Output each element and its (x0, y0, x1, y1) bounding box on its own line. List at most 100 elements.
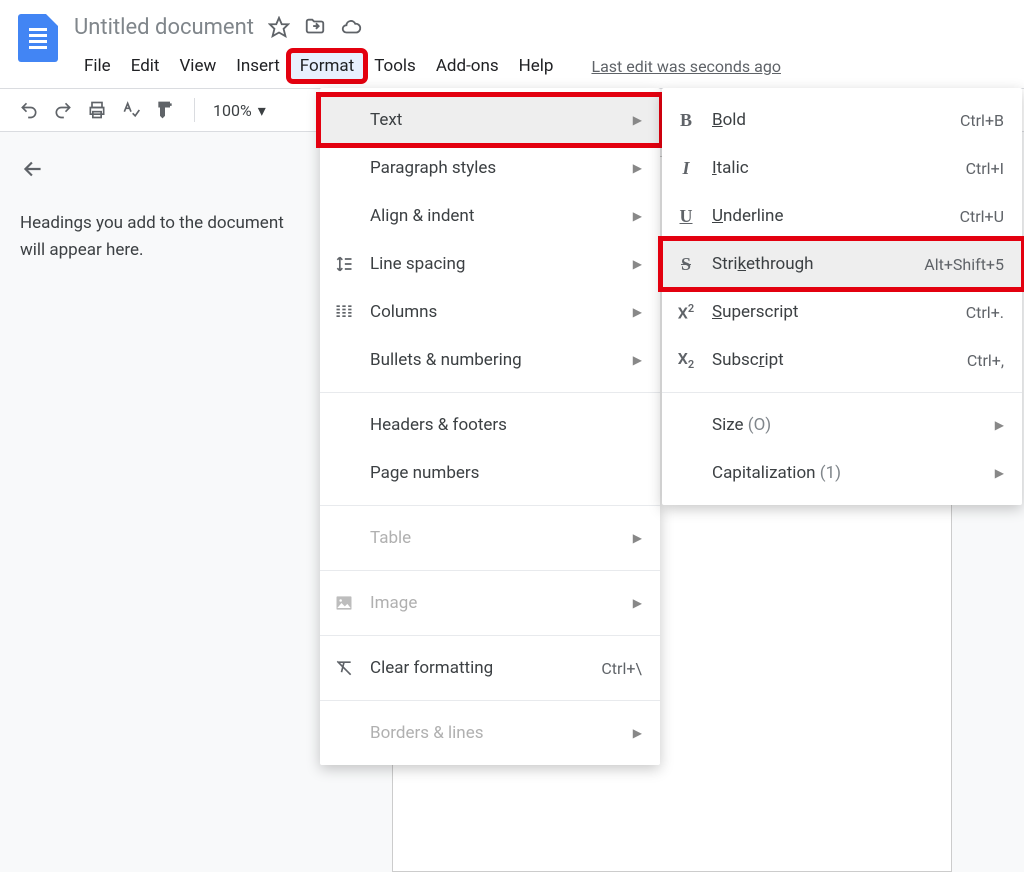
format-item-bullets-numbering[interactable]: Bullets & numbering▶ (320, 336, 660, 384)
superscript-glyph-icon: X2 (674, 300, 698, 324)
paint-format-icon[interactable] (154, 99, 176, 121)
submenu-arrow-icon: ▶ (633, 726, 642, 740)
format-item-line-spacing[interactable]: Line spacing▶ (320, 240, 660, 288)
menu-add-ons[interactable]: Add-ons (426, 52, 509, 80)
menu-item-label: Subscript (712, 350, 953, 370)
image-icon (332, 591, 356, 615)
format-item-borders-lines: Borders & lines ▶ (320, 709, 660, 757)
spacer-icon (332, 108, 356, 132)
text-item-superscript[interactable]: X2SuperscriptCtrl+. (662, 288, 1022, 336)
last-edit-link[interactable]: Last edit was seconds ago (591, 57, 780, 76)
menu-shortcut: Ctrl+U (960, 207, 1004, 226)
menu-item-label: Image (370, 593, 619, 613)
format-item-table: Table ▶ (320, 514, 660, 562)
format-item-clear-formatting[interactable]: Clear formatting Ctrl+\ (320, 644, 660, 692)
menu-separator (320, 505, 660, 506)
menu-separator (320, 700, 660, 701)
menu-item-label: Text (370, 110, 619, 130)
submenu-arrow-icon: ▶ (995, 466, 1004, 480)
spacer-icon (332, 461, 356, 485)
outline-pane: Headings you add to the document will ap… (0, 132, 320, 872)
menu-item-label: Size (O) (712, 415, 981, 435)
docs-logo-icon[interactable] (18, 14, 58, 62)
text-item-capitalization[interactable]: Capitalization (1) ▶ (662, 449, 1022, 497)
menu-item-label: Headers & footers (370, 415, 642, 435)
spacer-icon (332, 204, 356, 228)
format-item-columns[interactable]: Columns▶ (320, 288, 660, 336)
menu-item-label: Line spacing (370, 254, 619, 274)
menu-separator (320, 570, 660, 571)
cloud-status-icon[interactable] (340, 16, 362, 38)
menu-view[interactable]: View (169, 52, 226, 80)
text-submenu: BBoldCtrl+BIItalicCtrl+IUUnderlineCtrl+U… (662, 88, 1022, 505)
menu-separator (320, 392, 660, 393)
strikethrough-glyph-icon: S (674, 252, 698, 276)
undo-icon[interactable] (18, 99, 40, 121)
spacer-icon (332, 348, 356, 372)
format-item-text[interactable]: Text ▶ (320, 96, 660, 144)
menu-shortcut: Ctrl+, (967, 351, 1004, 370)
underline-glyph-icon: U (674, 204, 698, 228)
collapse-outline-icon[interactable] (20, 156, 46, 182)
spacer-icon (674, 461, 698, 485)
move-folder-icon[interactable] (304, 16, 326, 38)
submenu-arrow-icon: ▶ (633, 305, 642, 319)
menubar: FileEditViewInsertFormatToolsAdd-onsHelp… (74, 50, 1016, 82)
text-item-strikethrough[interactable]: S Strikethrough Alt+Shift+5 (662, 240, 1022, 288)
menu-item-label: Align & indent (370, 206, 619, 226)
format-item-page-numbers[interactable]: Page numbers (320, 449, 660, 497)
menu-item-label: Strikethrough (712, 254, 910, 274)
spacer-icon (332, 526, 356, 550)
menu-help[interactable]: Help (509, 52, 564, 80)
menu-item-label: Page numbers (370, 463, 642, 483)
text-item-size[interactable]: Size (O) ▶ (662, 401, 1022, 449)
star-icon[interactable] (268, 16, 290, 38)
text-item-subscript[interactable]: X2 Subscript Ctrl+, (662, 336, 1022, 384)
submenu-arrow-icon: ▶ (633, 113, 642, 127)
format-item-align-indent[interactable]: Align & indent▶ (320, 192, 660, 240)
menu-format[interactable]: Format (290, 52, 364, 80)
menu-file[interactable]: File (74, 52, 121, 80)
menu-edit[interactable]: Edit (121, 52, 170, 80)
columns-icon (332, 300, 356, 324)
menu-item-label: Borders & lines (370, 723, 619, 743)
submenu-arrow-icon: ▶ (633, 161, 642, 175)
submenu-arrow-icon: ▶ (633, 353, 642, 367)
text-item-bold[interactable]: BBoldCtrl+B (662, 96, 1022, 144)
menu-shortcut: Ctrl+B (960, 111, 1004, 130)
subscript-glyph-icon: X2 (674, 348, 698, 372)
menu-shortcut: Ctrl+I (966, 159, 1004, 178)
format-item-image: Image ▶ (320, 579, 660, 627)
spacer-icon (674, 413, 698, 437)
submenu-arrow-icon: ▶ (633, 596, 642, 610)
header: Untitled document FileEditViewInsertForm… (0, 0, 1024, 82)
submenu-arrow-icon: ▶ (633, 531, 642, 545)
menu-item-label: Clear formatting (370, 658, 587, 678)
menu-item-label: Capitalization (1) (712, 463, 981, 483)
menu-shortcut: Ctrl+\ (601, 659, 642, 678)
menu-item-label: Underline (712, 206, 946, 226)
menu-item-label: Bold (712, 110, 946, 130)
format-item-headers-footers[interactable]: Headers & footers (320, 401, 660, 449)
menu-separator (320, 635, 660, 636)
document-title[interactable]: Untitled document (74, 15, 254, 40)
text-item-italic[interactable]: IItalicCtrl+I (662, 144, 1022, 192)
format-item-paragraph-styles[interactable]: Paragraph styles▶ (320, 144, 660, 192)
menu-item-label: Superscript (712, 302, 952, 322)
spacer-icon (332, 156, 356, 180)
line-spacing-icon (332, 252, 356, 276)
spacer-icon (332, 721, 356, 745)
menu-tools[interactable]: Tools (364, 52, 426, 80)
menu-insert[interactable]: Insert (226, 52, 290, 80)
redo-icon[interactable] (52, 99, 74, 121)
spellcheck-icon[interactable] (120, 99, 142, 121)
chevron-down-icon: ▾ (258, 101, 266, 120)
text-item-underline[interactable]: U Underline Ctrl+U (662, 192, 1022, 240)
menu-item-label: Table (370, 528, 619, 548)
zoom-select[interactable]: 100% ▾ (213, 101, 266, 120)
print-icon[interactable] (86, 99, 108, 121)
submenu-arrow-icon: ▶ (995, 418, 1004, 432)
menu-shortcut: Alt+Shift+5 (924, 255, 1004, 274)
menu-item-label: Italic (712, 158, 952, 178)
clear-format-icon (332, 656, 356, 680)
